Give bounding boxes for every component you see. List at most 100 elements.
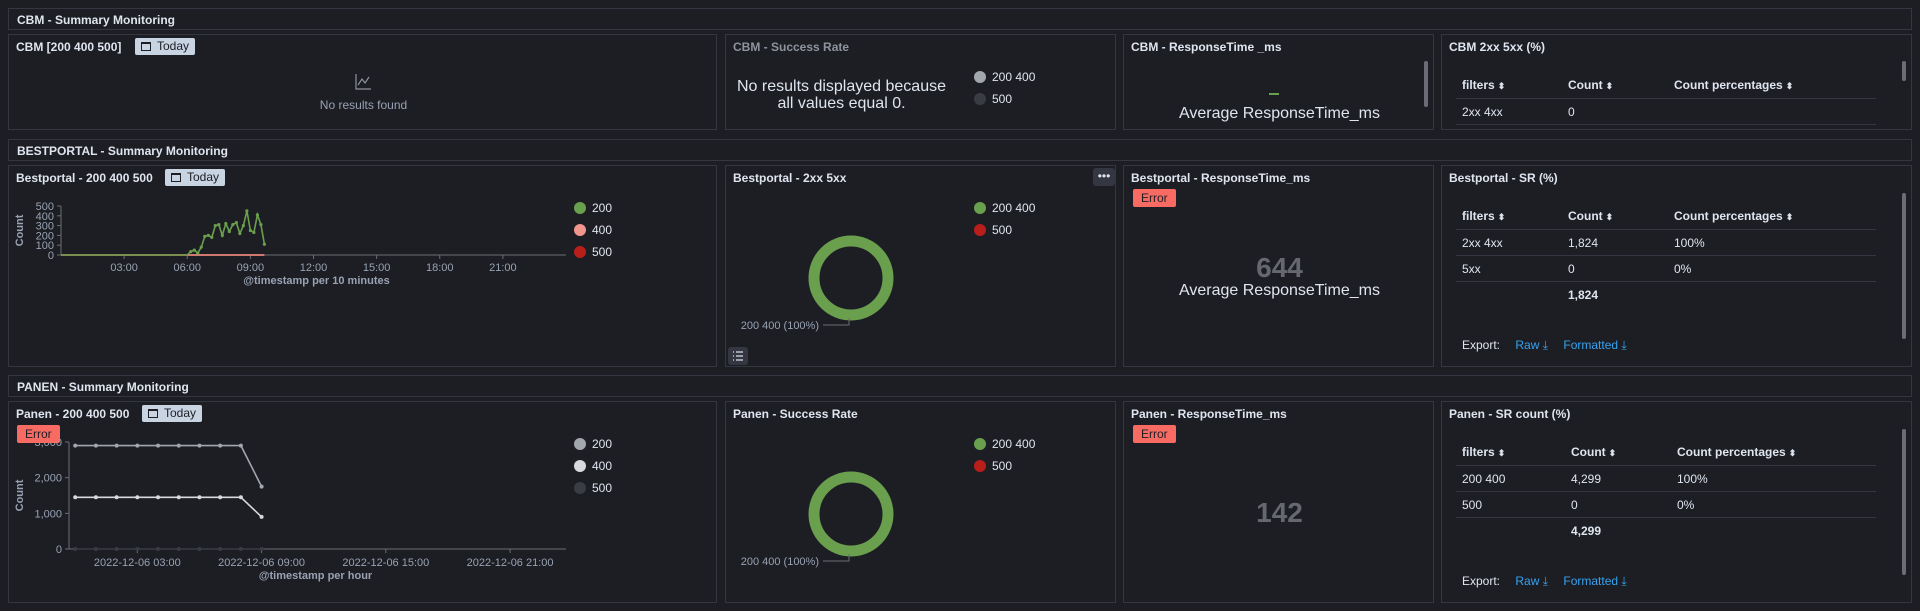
data-point (176, 495, 181, 500)
export-raw-link[interactable]: Raw ⤓ (1515, 338, 1548, 352)
y-tick-label: 2,000 (34, 473, 62, 485)
count-pct-header[interactable]: Count percentages ⬍ (1671, 439, 1876, 466)
data-point (176, 547, 181, 551)
x-tick-label: 2022-12-06 09:00 (218, 557, 305, 569)
legend-dot (974, 460, 986, 472)
data-table: filters ⬍ Count ⬍ Count percentages ⬍ 200 4… (1456, 439, 1876, 543)
metric-label: Average ResponseTime_ms (1179, 105, 1380, 122)
data-point (224, 222, 228, 226)
table-row: 2xx 4xx 1,824 100% (1456, 229, 1876, 256)
series-line-200 (75, 444, 263, 487)
no-results-zero-text: No results displayed because all values … (736, 78, 946, 112)
data-point (245, 209, 249, 213)
data-point (218, 547, 223, 551)
panel-title: CBM [200 400 500] (16, 40, 122, 54)
legend-item[interactable]: 500 (974, 92, 1012, 106)
filters-header[interactable]: filters ⬍ (1456, 439, 1565, 466)
legend-item[interactable]: 500 (574, 481, 612, 495)
data-point (259, 484, 264, 489)
data-point (252, 230, 256, 235)
data-point (217, 223, 221, 227)
sort-icon: ⬍ (1497, 81, 1506, 91)
count-header[interactable]: Count ⬍ (1562, 72, 1668, 99)
panen-section-header: PANEN - Summary Monitoring (8, 375, 1912, 397)
legend-item[interactable]: 200 (574, 201, 612, 215)
legend-item[interactable]: 500 (574, 245, 612, 259)
table-row: 200 400 4,299 100% (1456, 465, 1876, 492)
table-header: filters ⬍ Count ⬍ Count percentages ⬍ (1456, 439, 1876, 466)
legend-dot (574, 438, 586, 450)
panel-title: CBM 2xx 5xx (%) (1449, 40, 1546, 54)
section-title: PANEN - Summary Monitoring (17, 380, 189, 394)
sort-icon: ⬍ (1785, 212, 1794, 222)
filters-header[interactable]: filters ⬍ (1456, 72, 1562, 99)
scrollbar[interactable] (1424, 61, 1428, 107)
count-pct-header[interactable]: Count percentages ⬍ (1668, 203, 1876, 230)
error-badge[interactable]: Error (1133, 425, 1176, 443)
data-point (231, 223, 235, 227)
y-tick-label: 500 (36, 201, 54, 213)
legend-dot (574, 224, 586, 236)
data-point (227, 229, 231, 234)
data-point (220, 233, 224, 237)
legend-dot (574, 246, 586, 258)
data-point (73, 443, 78, 448)
slice-label: 200 400 (100%) (741, 556, 819, 568)
export-formatted-link[interactable]: Formatted ⤓ (1563, 338, 1626, 352)
count-header[interactable]: Count ⬍ (1565, 439, 1671, 466)
legend-item[interactable]: 400 (574, 459, 612, 473)
legend-item[interactable]: 500 (974, 223, 1012, 237)
panel-title: Panen - ResponseTime_ms (1131, 407, 1287, 421)
metric-value: 644 (1256, 252, 1303, 283)
data-point (93, 547, 98, 551)
error-badge[interactable]: Error (1133, 189, 1176, 207)
data-point (262, 242, 267, 246)
data-point (197, 443, 202, 448)
metric-label: Average ResponseTime_ms (1179, 282, 1380, 299)
error-badge[interactable]: Error (17, 425, 60, 443)
count-header[interactable]: Count ⬍ (1562, 203, 1668, 230)
data-point (114, 495, 119, 500)
data-point (156, 495, 161, 500)
chart-icon (355, 74, 371, 90)
sort-icon: ⬍ (1788, 448, 1797, 458)
cbm-section-header: CBM - Summary Monitoring (8, 8, 1912, 30)
x-tick-label: 21:00 (489, 262, 517, 274)
data-point (238, 495, 243, 500)
bestportal-2xx-5xx-panel: Bestportal - 2xx 5xx ••• 200 400 (100%) … (725, 165, 1116, 367)
data-point (238, 231, 242, 236)
legend-item[interactable]: 500 (974, 459, 1012, 473)
export-raw-link[interactable]: Raw ⤓ (1515, 574, 1548, 588)
data-point (199, 245, 203, 249)
donut-slice (808, 471, 894, 557)
legend-item[interactable]: 200 400 (974, 201, 1035, 215)
data-point (135, 547, 140, 551)
list-toggle-icon[interactable] (728, 347, 748, 365)
y-axis-title: Count (14, 214, 26, 246)
x-tick-label: 2022-12-06 03:00 (94, 557, 181, 569)
legend-dot (974, 202, 986, 214)
legend-dot (574, 202, 586, 214)
metric-placeholder (1269, 93, 1279, 95)
legend-item[interactable]: 200 400 (974, 437, 1035, 451)
scrollbar[interactable] (1902, 429, 1906, 575)
x-tick-label: 12:00 (300, 262, 328, 274)
export-formatted-link[interactable]: Formatted ⤓ (1563, 574, 1626, 588)
legend-item[interactable]: 200 (574, 437, 612, 451)
slice-label: 200 400 (100%) (741, 320, 819, 332)
cbm-response-time-panel: CBM - ResponseTime _ms Average ResponseT… (1123, 34, 1434, 130)
data-point (241, 224, 245, 228)
data-point (213, 224, 217, 228)
y-tick-label: 1,000 (34, 508, 62, 520)
scrollbar[interactable] (1902, 193, 1906, 339)
legend-item[interactable]: 200 400 (974, 70, 1035, 84)
count-pct-header[interactable]: Count percentages ⬍ (1668, 72, 1876, 99)
scrollbar[interactable] (1902, 61, 1906, 81)
bestportal-status-panel: Bestportal - 200 400 500 Today 0 100 200 30… (8, 165, 717, 367)
data-point (135, 495, 140, 500)
data-table: filters ⬍ Count ⬍ Count percentages ⬍ 2xx 4… (1456, 203, 1876, 307)
legend-item[interactable]: 400 (574, 223, 612, 237)
today-badge[interactable]: Today (135, 38, 196, 55)
table-header: filters ⬍ Count ⬍ Count percentages ⬍ (1456, 203, 1876, 230)
filters-header[interactable]: filters ⬍ (1456, 203, 1562, 230)
